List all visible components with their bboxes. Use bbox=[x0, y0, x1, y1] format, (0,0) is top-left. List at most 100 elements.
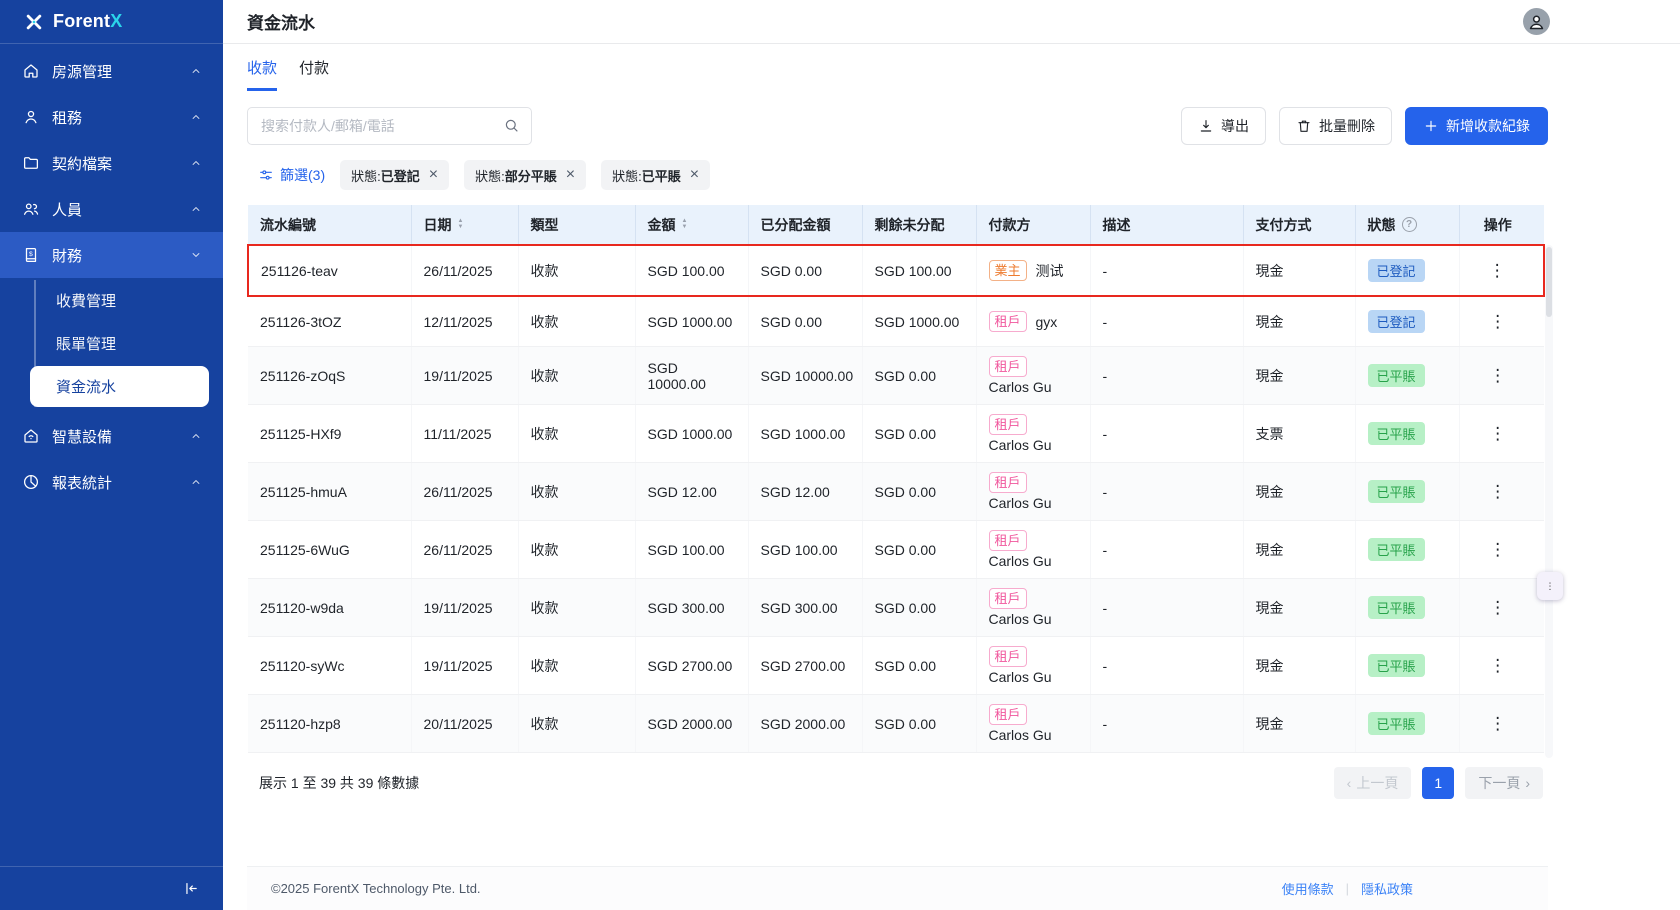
kebab-menu-icon[interactable]: ⋮ bbox=[1483, 598, 1512, 617]
sidebar-item-reports[interactable]: 報表統計 bbox=[0, 459, 223, 505]
column-header-7: 描述 bbox=[1090, 205, 1244, 245]
export-button[interactable]: 導出 bbox=[1181, 107, 1266, 145]
sidebar-item-smart-devices[interactable]: 智慧設備 bbox=[0, 413, 223, 459]
kebab-menu-icon[interactable]: ⋮ bbox=[1483, 424, 1512, 443]
column-header-label: 已分配金額 bbox=[760, 216, 831, 233]
payer-tag: 租戶 bbox=[988, 588, 1027, 609]
column-header-label: 金額 ▲ ▼ bbox=[647, 216, 688, 233]
column-header-9: 狀態? bbox=[1355, 205, 1460, 245]
kebab-menu-icon[interactable]: ⋮ bbox=[1483, 714, 1512, 733]
record-type: 收款 bbox=[518, 404, 636, 463]
tab-payments[interactable]: 付款 bbox=[299, 57, 329, 91]
column-header-1[interactable]: 日期 ▲ ▼ bbox=[411, 205, 519, 245]
table-row[interactable]: 251120-w9da 19/11/2025 收款 SGD 300.00 SGD 300… bbox=[248, 578, 1544, 637]
sidebar-item-bill-management[interactable]: 賬單管理 bbox=[30, 323, 209, 364]
close-icon[interactable]: × bbox=[566, 167, 575, 183]
help-icon[interactable]: ? bbox=[1401, 217, 1417, 232]
column-header-3[interactable]: 金額 ▲ ▼ bbox=[635, 205, 749, 245]
sort-icon[interactable]: ▲ ▼ bbox=[458, 218, 464, 230]
table-row[interactable]: 251120-hzp8 20/11/2025 收款 SGD 2000.00 SGD 20… bbox=[248, 694, 1544, 753]
close-icon[interactable]: × bbox=[429, 167, 438, 183]
tab-receipts[interactable]: 收款 bbox=[247, 57, 278, 91]
chevron-up-icon bbox=[189, 156, 203, 170]
sidebar-item-people[interactable]: 人員 bbox=[0, 186, 223, 232]
bulk-delete-button[interactable]: 批量刪除 bbox=[1279, 107, 1392, 145]
sidebar-item-fund-flow[interactable]: 資金流水 bbox=[30, 366, 209, 407]
kebab-menu-icon[interactable]: ⋮ bbox=[1483, 366, 1512, 385]
record-id: 251126-teav bbox=[247, 244, 412, 297]
add-receipt-button[interactable]: 新增收款紀錄 bbox=[1405, 107, 1548, 145]
sort-icon[interactable]: ▲ ▼ bbox=[682, 218, 688, 230]
record-id: 251126-zOqS bbox=[248, 346, 412, 405]
record-allocated: SGD 12.00 bbox=[748, 462, 863, 521]
sidebar-item-properties[interactable]: 房源管理 bbox=[0, 48, 223, 94]
table-row[interactable]: 251125-HXf9 11/11/2025 收款 SGD 1000.00 SGD 10… bbox=[248, 404, 1544, 463]
table-scrollbar[interactable] bbox=[1545, 245, 1553, 758]
user-avatar[interactable] bbox=[1523, 8, 1550, 35]
record-payment-method: 支票 bbox=[1243, 404, 1356, 463]
record-payer: 租戶 gyx bbox=[976, 296, 1091, 347]
record-type: 收款 bbox=[518, 244, 636, 297]
record-date: 19/11/2025 bbox=[411, 346, 519, 405]
prev-page-button[interactable]: ‹ 上一頁 bbox=[1333, 767, 1412, 799]
pagination: ‹ 上一頁 1 下一頁 › bbox=[1333, 767, 1543, 799]
chevron-up-icon bbox=[189, 110, 203, 124]
scrollbar-thumb[interactable] bbox=[1546, 247, 1552, 317]
folder-icon bbox=[22, 154, 40, 172]
record-id: 251125-6WuG bbox=[248, 520, 412, 579]
table-row[interactable]: 251125-6WuG 26/11/2025 收款 SGD 100.00 SGD 100… bbox=[248, 520, 1544, 579]
floating-widget-handle[interactable]: ⋮ bbox=[1537, 572, 1563, 600]
table-row[interactable]: 251126-teav 26/11/2025 收款 SGD 100.00 SGD 0.0… bbox=[247, 244, 1545, 297]
sidebar-item-label: 報表統計 bbox=[52, 474, 113, 492]
kebab-menu-icon[interactable]: ⋮ bbox=[1483, 482, 1512, 501]
sidebar-item-finance[interactable]: $ 財務 bbox=[0, 232, 223, 278]
sidebar-item-fee-management[interactable]: 收費管理 bbox=[30, 280, 209, 321]
app-window: ForentX 房源管理 租務 契約檔案 人員 $ 財務 收費管理 賬單管理 資金流水 智慧設備報… bbox=[0, 0, 1680, 910]
table-row[interactable]: 251126-zOqS 19/11/2025 收款 SGD 10000.00 SGD 1… bbox=[248, 346, 1544, 405]
content: 收款付款 導出 批量刪除 bbox=[223, 44, 1680, 910]
sidebar-item-contracts[interactable]: 契約檔案 bbox=[0, 140, 223, 186]
next-page-button[interactable]: 下一頁 › bbox=[1465, 767, 1543, 799]
table-row[interactable]: 251126-3tOZ 12/11/2025 收款 SGD 1000.00 SGD 0.… bbox=[248, 296, 1544, 347]
filter-button[interactable]: 篩選(3) bbox=[258, 165, 325, 185]
fund-flow-table: 流水編號 日期 ▲ ▼ 類型 金額 ▲ ▼ 已分配金額 剩餘未分配 付款方 描述 支付方式 狀態? 操作 2… bbox=[247, 205, 1545, 753]
status-badge: 已登記 bbox=[1367, 310, 1425, 333]
sidebar-item-label: 契約檔案 bbox=[52, 155, 113, 173]
search-icon[interactable] bbox=[503, 117, 520, 134]
payer-tag: 租戶 bbox=[988, 530, 1027, 551]
filter-chip-0[interactable]: 狀態:已登記 × bbox=[340, 160, 450, 190]
collapse-sidebar-icon[interactable] bbox=[182, 880, 199, 897]
sidebar-item-leasing[interactable]: 租務 bbox=[0, 94, 223, 140]
record-actions: ⋮ bbox=[1459, 244, 1545, 297]
status-badge: 已平賬 bbox=[1367, 480, 1425, 503]
payer-tag: 租戶 bbox=[988, 356, 1027, 377]
record-payment-method: 現金 bbox=[1243, 296, 1356, 347]
privacy-link[interactable]: 隱私政策 bbox=[1361, 879, 1413, 898]
column-header-5: 剩餘未分配 bbox=[862, 205, 977, 245]
record-actions: ⋮ bbox=[1459, 404, 1544, 463]
record-description: - bbox=[1090, 404, 1244, 463]
record-payment-method: 現金 bbox=[1243, 244, 1356, 297]
search-input[interactable] bbox=[247, 107, 532, 145]
link-divider: | bbox=[1345, 881, 1349, 896]
kebab-menu-icon[interactable]: ⋮ bbox=[1483, 312, 1512, 331]
filter-chip-1[interactable]: 狀態:部分平賬 × bbox=[464, 160, 587, 190]
column-header-0: 流水編號 bbox=[248, 205, 412, 245]
page-number-button[interactable]: 1 bbox=[1422, 767, 1455, 799]
record-payer: 租戶 Carlos Gu bbox=[976, 636, 1091, 695]
record-status: 已平賬 bbox=[1355, 694, 1460, 753]
table-row[interactable]: 251120-syWc 19/11/2025 收款 SGD 2700.00 SGD 27… bbox=[248, 636, 1544, 695]
record-allocated: SGD 0.00 bbox=[748, 244, 863, 297]
record-status: 已登記 bbox=[1355, 296, 1460, 347]
close-icon[interactable]: × bbox=[690, 167, 699, 183]
record-id: 251120-hzp8 bbox=[248, 694, 412, 753]
kebab-menu-icon[interactable]: ⋮ bbox=[1483, 656, 1512, 675]
payer-tag: 租戶 bbox=[988, 414, 1027, 435]
terms-link[interactable]: 使用條款 bbox=[1282, 879, 1334, 898]
kebab-menu-icon[interactable]: ⋮ bbox=[1483, 261, 1512, 280]
status-badge: 已登記 bbox=[1367, 259, 1425, 282]
chip-label: 狀態:已登記 bbox=[351, 168, 420, 184]
kebab-menu-icon[interactable]: ⋮ bbox=[1483, 540, 1512, 559]
table-row[interactable]: 251125-hmuA 26/11/2025 收款 SGD 12.00 SGD 12.0… bbox=[248, 462, 1544, 521]
filter-chip-2[interactable]: 狀態:已平賬 × bbox=[601, 160, 711, 190]
